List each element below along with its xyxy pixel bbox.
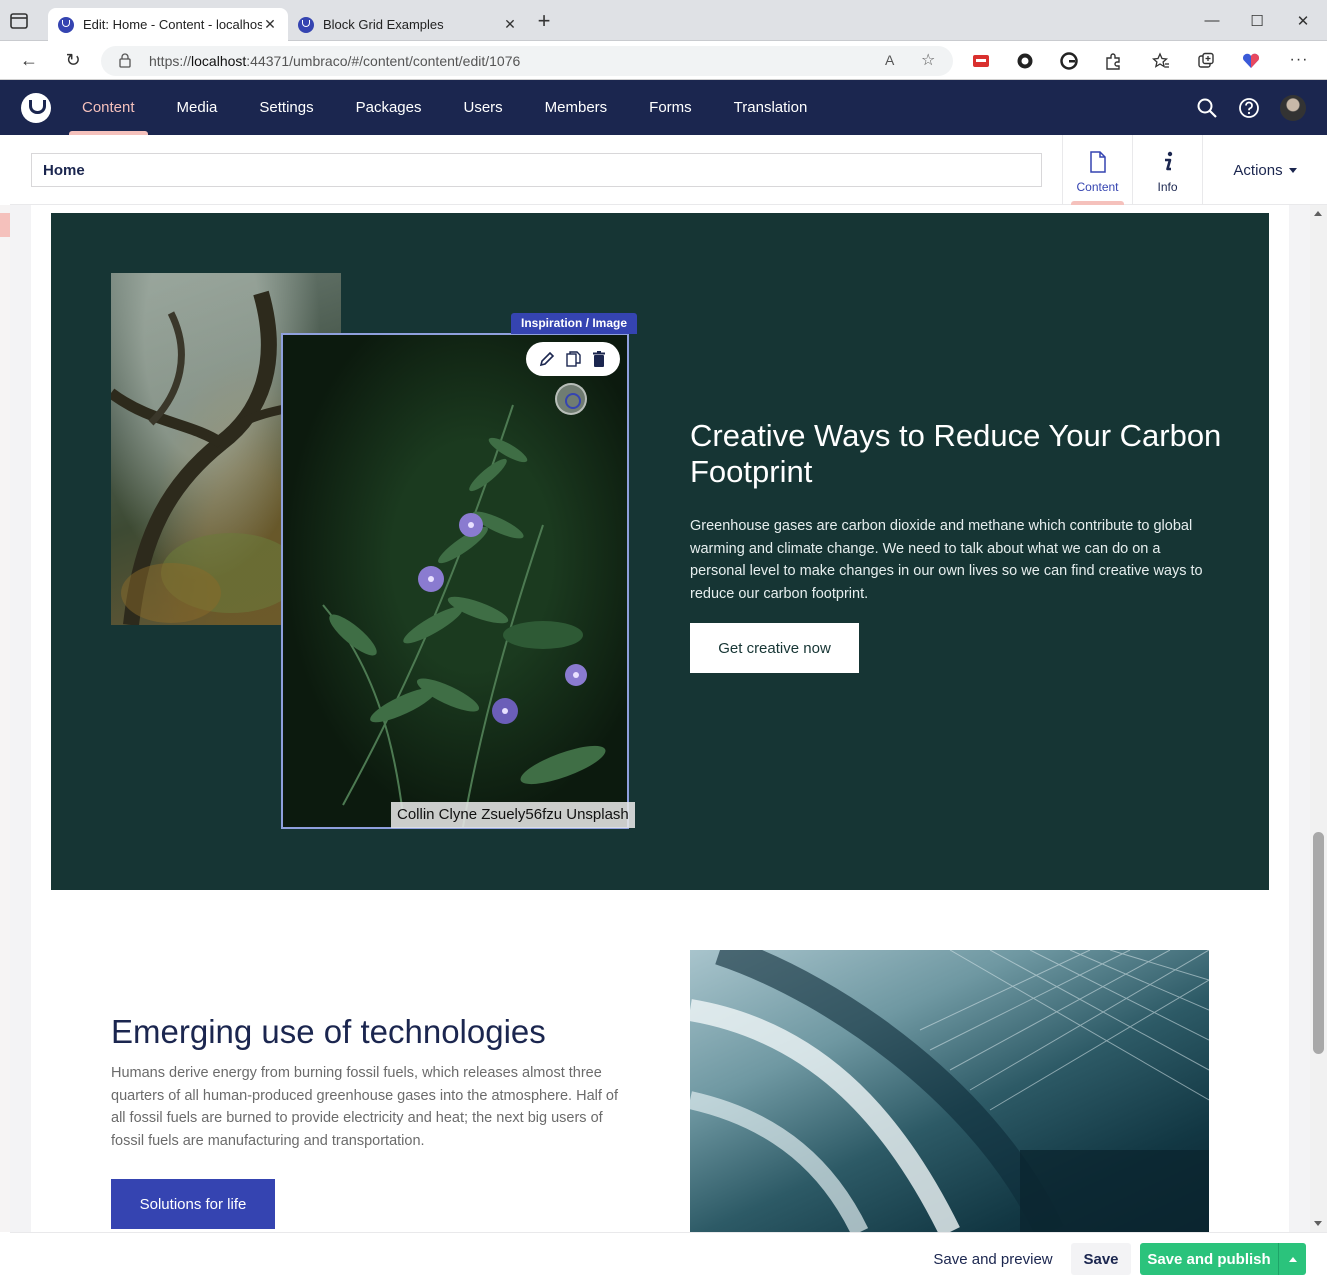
maximize-icon[interactable]: ☐ (1247, 12, 1267, 32)
gutter-marker (0, 213, 10, 237)
close-tab-icon[interactable]: ✕ (502, 16, 518, 33)
block-grid-canvas: Inspiration / Image Collin Clyne Zsuely5… (31, 205, 1289, 1232)
edit-icon[interactable] (538, 350, 556, 368)
vertical-scrollbar[interactable] (1310, 205, 1327, 1232)
section-settings[interactable]: Settings (238, 80, 334, 135)
tab-info[interactable]: Info (1132, 135, 1202, 205)
green-section-text: Greenhouse gases are carbon dioxide and … (690, 518, 1203, 602)
section-media[interactable]: Media (156, 80, 239, 135)
editor-footer: Save and preview Save Save and publish (10, 1232, 1327, 1283)
scroll-down-icon[interactable] (1314, 1221, 1322, 1226)
section-translation[interactable]: Translation (713, 80, 829, 135)
node-name-input[interactable] (31, 153, 1042, 187)
tab-info-label: Info (1157, 180, 1178, 194)
tech-section-title: Emerging use of technologies (111, 1013, 546, 1050)
section-nav: Content Media Settings Packages Users Me… (61, 80, 828, 135)
extension-g-icon[interactable] (1060, 52, 1078, 70)
browser-tab-bar: Edit: Home - Content - localhost ✕ Block… (0, 0, 1327, 41)
info-icon (1165, 151, 1173, 171)
more-menu-icon[interactable]: ··· (1288, 49, 1310, 71)
read-aloud-icon[interactable]: A (885, 52, 894, 68)
scrollbar-thumb[interactable] (1313, 832, 1324, 1054)
tab-content-label: Content (1076, 180, 1119, 194)
green-section-title: Creative Ways to Reduce Your Carbon Foot… (690, 418, 1222, 489)
scroll-up-icon[interactable] (1314, 211, 1322, 216)
copy-icon[interactable] (564, 350, 582, 368)
block-actions-toolbar (526, 342, 620, 376)
image-caption: Collin Clyne Zsuely56fzu Unsplash (391, 802, 635, 828)
browser-essentials-icon[interactable] (1242, 52, 1260, 70)
back-icon[interactable]: ← (18, 49, 40, 71)
section-content[interactable]: Content (61, 80, 156, 135)
umbraco-favicon-icon (58, 16, 74, 33)
collections-icon[interactable] (1197, 52, 1215, 70)
save-and-preview-button[interactable]: Save and preview (918, 1243, 1068, 1275)
tab-actions-icon[interactable] (8, 10, 30, 32)
close-window-icon[interactable]: ✕ (1293, 12, 1313, 32)
user-avatar[interactable] (1280, 95, 1306, 121)
umbraco-header: Content Media Settings Packages Users Me… (0, 80, 1327, 135)
section-forms[interactable]: Forms (628, 80, 713, 135)
tech-section-text: Humans derive energy from burning fossil… (111, 1065, 619, 1149)
delete-icon[interactable] (590, 350, 608, 368)
address-bar[interactable]: https://localhost:44371/umbraco/#/conten… (101, 46, 953, 76)
actions-dropdown[interactable]: Actions (1202, 135, 1327, 205)
block-type-label: Inspiration / Image (511, 313, 638, 334)
tab-title: Block Grid Examples (323, 17, 444, 32)
save-button[interactable]: Save (1071, 1243, 1131, 1275)
editor-body: Inspiration / Image Collin Clyne Zsuely5… (10, 205, 1310, 1232)
left-gutter (0, 205, 10, 1232)
architecture-image[interactable] (690, 950, 1209, 1232)
section-users[interactable]: Users (442, 80, 523, 135)
extension-circle-icon[interactable] (1016, 52, 1034, 70)
tab-title: Edit: Home - Content - localhost (83, 17, 262, 32)
editor-header: Content Info Actions (10, 135, 1327, 205)
new-tab-icon[interactable]: + (534, 10, 554, 32)
help-icon[interactable] (1238, 97, 1260, 119)
browser-toolbar: ← ↻ https://localhost:44371/umbraco/#/co… (0, 41, 1327, 80)
inspiration-block[interactable]: Inspiration / Image Collin Clyne Zsuely5… (51, 213, 1269, 890)
save-and-publish-button[interactable]: Save and publish (1140, 1243, 1278, 1275)
umbraco-favicon-icon (298, 16, 314, 33)
tab-content[interactable]: Content (1062, 135, 1132, 205)
section-members[interactable]: Members (524, 80, 629, 135)
document-icon (1090, 151, 1106, 173)
umbraco-logo-icon[interactable] (21, 93, 51, 123)
publish-options-chevron-up-icon[interactable] (1278, 1243, 1306, 1275)
add-favorite-icon[interactable]: ☆ (921, 50, 935, 70)
browser-tab[interactable]: Block Grid Examples ✕ (288, 8, 528, 41)
minimize-icon[interactable]: — (1202, 12, 1222, 32)
search-icon[interactable] (1196, 97, 1218, 119)
get-creative-button[interactable]: Get creative now (690, 623, 859, 673)
focal-point-icon[interactable] (555, 383, 587, 415)
section-packages[interactable]: Packages (335, 80, 443, 135)
reload-icon[interactable]: ↻ (62, 49, 84, 71)
lock-icon (119, 53, 131, 68)
browser-tab-active[interactable]: Edit: Home - Content - localhost ✕ (48, 8, 288, 41)
extensions-puzzle-icon[interactable] (1104, 52, 1122, 70)
extension-red-icon[interactable] (972, 52, 990, 70)
solutions-button[interactable]: Solutions for life (111, 1179, 275, 1229)
url-text: https://localhost:44371/umbraco/#/conten… (149, 53, 521, 69)
close-tab-icon[interactable]: ✕ (262, 16, 278, 33)
favorites-icon[interactable] (1152, 52, 1170, 70)
